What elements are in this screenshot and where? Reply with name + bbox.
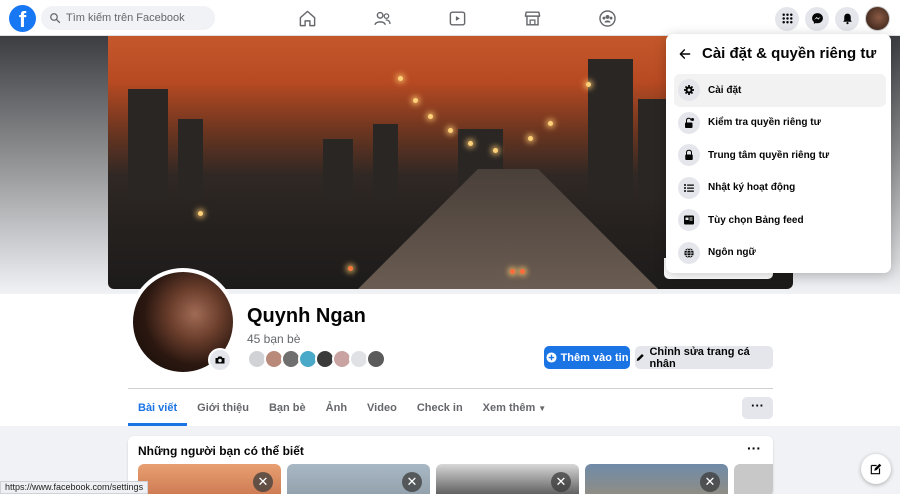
search-box[interactable] <box>41 6 215 30</box>
menu-item-label: Kiểm tra quyền riêng tư <box>708 117 821 129</box>
tab-more[interactable]: Xem thêm ▼ <box>473 390 557 426</box>
messenger-button[interactable] <box>805 6 829 31</box>
menu-item-label: Ngôn ngữ <box>708 247 756 259</box>
nav-groups[interactable] <box>570 0 645 36</box>
tab-videos-label: Video <box>367 402 397 414</box>
plus-circle-icon <box>546 352 557 363</box>
menu-item-privacy-checkup[interactable]: Kiểm tra quyền riêng tư <box>674 107 886 140</box>
pencil-icon <box>636 354 644 361</box>
suggestion-card[interactable]: ✕ <box>585 464 728 494</box>
nav-friends[interactable] <box>345 0 420 36</box>
search-icon <box>50 13 61 24</box>
caret-down-icon: ▼ <box>538 404 547 413</box>
new-message-button[interactable] <box>861 454 891 484</box>
friend-avatar[interactable] <box>366 349 386 369</box>
add-to-story-label: Thêm vào tin <box>560 351 629 364</box>
tab-checkins-label: Check in <box>416 402 463 414</box>
menu-header: Cài đặt & quyền riêng tư <box>678 45 876 62</box>
menu-button[interactable] <box>775 6 799 31</box>
marketplace-icon <box>524 10 541 26</box>
profile-tabs: Bài viết Giới thiệu Bạn bè Ảnh Video Che… <box>128 390 556 426</box>
menu-item-label: Trung tâm quyền riêng tư <box>708 149 830 161</box>
menu-item-language[interactable]: Ngôn ngữ <box>674 237 886 270</box>
lock-icon <box>678 144 700 167</box>
menu-title: Cài đặt & quyền riêng tư <box>702 45 877 62</box>
people-you-may-know-title: Những người bạn có thể biết <box>138 444 304 458</box>
tab-about-label: Giới thiệu <box>197 402 249 414</box>
notifications-button[interactable] <box>835 6 859 31</box>
suggestions-more-button[interactable]: ··· <box>747 440 761 456</box>
profile-name: Quynh Ngan <box>247 305 366 327</box>
tab-friends-label: Bạn bè <box>268 402 306 414</box>
friends-icon <box>374 11 391 25</box>
edit-profile-button[interactable]: Chỉnh sửa trang cá nhân <box>635 345 773 370</box>
top-right-actions <box>775 6 890 31</box>
profile-more-options-button[interactable]: ··· <box>742 397 773 419</box>
people-you-may-know-card: Những người bạn có thể biết ··· ✕ ✕ ✕ ✕ <box>128 436 773 494</box>
menu-grid-icon <box>781 13 793 24</box>
lock-check-icon <box>678 111 700 134</box>
menu-list: Cài đặt Kiểm tra quyền riêng tư Trung tâ… <box>674 74 886 269</box>
close-icon[interactable]: ✕ <box>402 472 422 492</box>
suggestion-card[interactable]: ✕ <box>138 464 281 494</box>
menu-item-activity-log[interactable]: Nhật ký hoạt động <box>674 172 886 205</box>
update-profile-picture-button[interactable] <box>208 348 232 372</box>
compose-icon <box>870 463 882 475</box>
link-status-bar: https://www.facebook.com/settings <box>0 481 149 494</box>
tab-videos[interactable]: Video <box>357 390 407 426</box>
search-input[interactable] <box>66 12 206 24</box>
tab-friends[interactable]: Bạn bè <box>259 390 316 426</box>
home-icon <box>299 10 316 26</box>
nav-marketplace[interactable] <box>495 0 570 36</box>
account-avatar[interactable] <box>865 6 890 31</box>
menu-item-feed-preferences[interactable]: Tùy chọn Bảng feed <box>674 204 886 237</box>
nav-home[interactable] <box>270 0 345 36</box>
friends-count[interactable]: 45 bạn bè <box>247 332 300 346</box>
close-icon[interactable]: ✕ <box>700 472 720 492</box>
top-navigation-bar: f <box>0 0 900 36</box>
watch-icon <box>449 10 466 26</box>
facebook-logo[interactable]: f <box>9 5 36 32</box>
messenger-icon <box>811 13 823 24</box>
tab-posts-label: Bài viết <box>138 402 178 414</box>
camera-icon <box>215 356 225 364</box>
friend-avatars <box>247 349 386 369</box>
menu-item-privacy-center[interactable]: Trung tâm quyền riêng tư <box>674 139 886 172</box>
menu-item-label: Cài đặt <box>708 84 742 96</box>
menu-item-label: Tùy chọn Bảng feed <box>708 214 804 226</box>
suggestion-card[interactable] <box>734 464 773 494</box>
feed-icon <box>678 209 700 232</box>
close-icon[interactable]: ✕ <box>551 472 571 492</box>
edit-profile-label: Chỉnh sửa trang cá nhân <box>649 345 750 370</box>
tab-more-label: Xem thêm <box>482 402 536 414</box>
suggestion-card[interactable]: ✕ <box>436 464 579 494</box>
tab-photos[interactable]: Ảnh <box>316 390 357 426</box>
header-divider <box>128 388 773 389</box>
back-arrow-icon[interactable] <box>678 47 692 61</box>
main-nav <box>270 0 645 36</box>
nav-watch[interactable] <box>420 0 495 36</box>
tab-posts[interactable]: Bài viết <box>128 390 188 426</box>
groups-icon <box>599 9 616 27</box>
menu-item-label: Nhật ký hoạt động <box>708 182 796 194</box>
globe-icon <box>678 241 700 264</box>
settings-privacy-menu: Cài đặt & quyền riêng tư Cài đặt Kiểm tr… <box>666 34 891 273</box>
menu-item-settings[interactable]: Cài đặt <box>674 74 886 107</box>
notifications-icon <box>842 13 852 25</box>
list-icon <box>678 176 700 199</box>
tab-checkins[interactable]: Check in <box>407 390 473 426</box>
gear-icon <box>678 79 700 102</box>
tab-about[interactable]: Giới thiệu <box>187 390 259 426</box>
suggestion-card[interactable]: ✕ <box>287 464 430 494</box>
tab-photos-label: Ảnh <box>325 402 348 414</box>
close-icon[interactable]: ✕ <box>253 472 273 492</box>
add-to-story-button[interactable]: Thêm vào tin <box>544 346 630 369</box>
